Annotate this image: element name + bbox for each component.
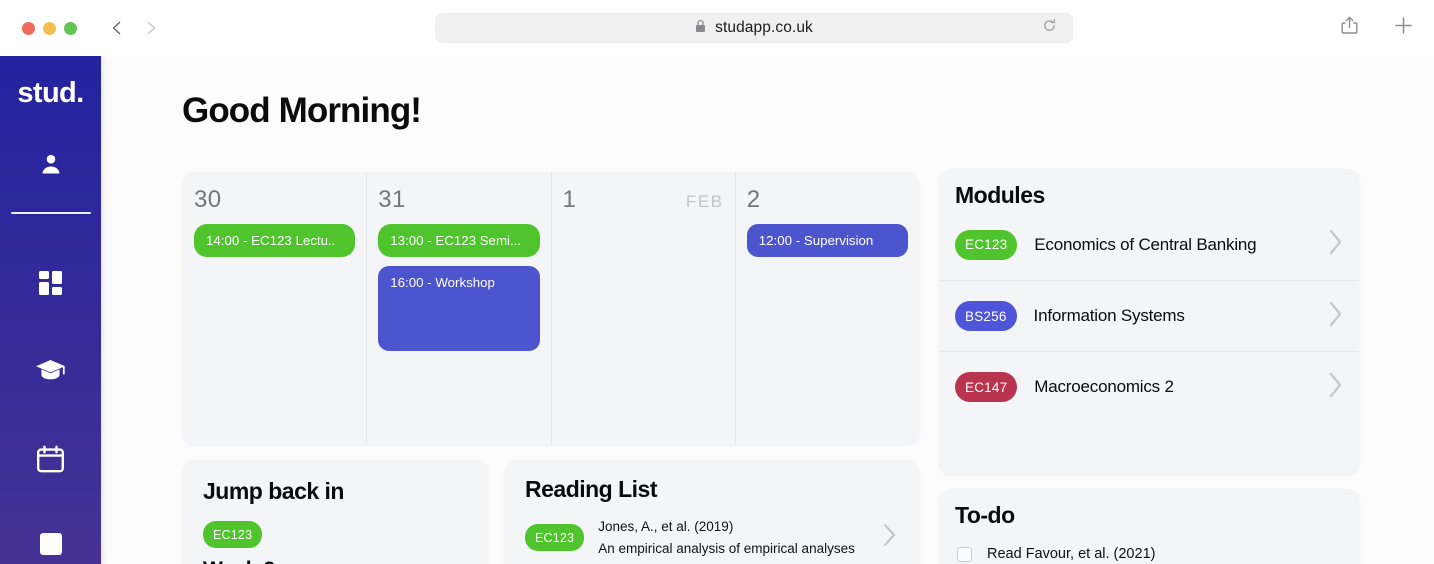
sidebar-item-courses[interactable] (29, 351, 73, 391)
calendar-event[interactable]: 12:00 - Supervision (746, 224, 908, 257)
chevron-right-icon[interactable] (1327, 299, 1344, 334)
reload-icon[interactable] (1042, 18, 1057, 38)
graduation-cap-icon (35, 357, 66, 385)
reading-list-title: Reading List (525, 476, 658, 502)
browser-toolbar: studapp.co.uk (0, 0, 1434, 56)
module-code-badge: EC147 (955, 372, 1018, 402)
share-icon[interactable] (1340, 15, 1359, 41)
toolbar-right-actions (1340, 0, 1414, 56)
navigation-controls (109, 20, 159, 36)
forward-chevron-icon[interactable] (143, 20, 159, 36)
reading-list-item-text: Jones, A., et al. (2019) An empirical an… (598, 519, 868, 556)
lock-icon (695, 19, 706, 38)
calendar-day[interactable]: 31 13:00 - EC123 Semi... 16:00 - Worksho… (366, 172, 550, 444)
calendar-day-header: 1 FEB (563, 186, 724, 214)
calendar-day-number: 2 (746, 186, 761, 213)
maximize-window-button[interactable] (64, 21, 77, 35)
calendar-day[interactable]: 1 FEB (550, 172, 735, 444)
chevron-right-icon[interactable] (1327, 370, 1344, 405)
browser-window: studapp.co.uk stud. Good Morning! 30 14:… (0, 0, 1434, 564)
book-icon (37, 531, 65, 557)
sidebar: stud. (0, 56, 101, 564)
todo-title: To-do (955, 502, 1015, 528)
modules-title: Modules (955, 182, 1045, 208)
jump-back-in-badge-wrap: EC123 (203, 521, 468, 548)
calendar-day-number: 31 (378, 186, 406, 213)
page-title: Good Morning! (182, 91, 422, 130)
jump-back-in-card: Jump back in EC123 Week 2 (183, 460, 488, 564)
module-row[interactable]: BS256 Information Systems (939, 280, 1359, 351)
chevron-right-icon[interactable] (1327, 227, 1344, 262)
todo-item[interactable]: Read Favour, et al. (2021) (939, 537, 1359, 564)
calendar-day-number: 1 (562, 186, 577, 213)
calendar-day-header: 30 (194, 186, 355, 214)
todo-checkbox[interactable] (957, 546, 972, 562)
jump-back-in-week: Week 2 (203, 558, 468, 564)
calendar-day-month: FEB (685, 192, 724, 211)
main-content: Good Morning! 30 14:00 - EC123 Lectu.. 3… (101, 56, 1434, 564)
calendar-event[interactable]: 14:00 - EC123 Lectu.. (194, 224, 356, 257)
window-traffic-lights (22, 21, 77, 35)
dashboard-grid-icon (37, 269, 65, 297)
plus-icon[interactable] (1393, 15, 1414, 41)
back-chevron-icon[interactable] (109, 20, 125, 36)
reading-list-item-title: An empirical analysis of empirical analy… (598, 541, 855, 556)
calendar-icon (36, 445, 65, 474)
sidebar-item-dashboard[interactable] (29, 262, 73, 302)
address-bar[interactable]: studapp.co.uk (435, 13, 1073, 43)
todo-panel: To-do Read Favour, et al. (2021) Recap l… (939, 489, 1359, 564)
sidebar-item-calendar[interactable] (29, 439, 73, 479)
module-code-badge: EC123 (525, 524, 585, 551)
module-name: Information Systems (1033, 306, 1185, 325)
app-logo[interactable]: stud. (17, 77, 84, 110)
calendar-event[interactable]: 13:00 - EC123 Semi... (378, 224, 540, 257)
minimize-window-button[interactable] (43, 21, 56, 35)
calendar-day[interactable]: 30 14:00 - EC123 Lectu.. (183, 172, 366, 444)
todo-item-label: Read Favour, et al. (2021) (987, 546, 1156, 562)
person-icon (38, 151, 64, 177)
module-row[interactable]: EC147 Macroeconomics 2 (939, 351, 1359, 422)
module-row[interactable]: EC123 Economics of Central Banking (939, 209, 1359, 280)
address-bar-content: studapp.co.uk (695, 19, 813, 38)
chevron-right-icon[interactable] (882, 522, 899, 553)
module-code-badge: EC123 (955, 229, 1018, 260)
reading-list-item[interactable]: EC123 Jones, A., et al. (2019) An empiri… (525, 519, 899, 556)
jump-back-in-title: Jump back in (203, 478, 344, 504)
sidebar-item-library[interactable] (29, 524, 73, 564)
reading-list-item-author: Jones, A., et al. (2019) (598, 519, 734, 534)
module-code-badge: BS256 (955, 301, 1017, 331)
page-viewport: stud. Good Morning! 30 14:00 - EC123 Lec… (0, 56, 1434, 564)
sidebar-divider (10, 212, 91, 215)
module-name: Macroeconomics 2 (1034, 377, 1174, 396)
reading-list-card: Reading List EC123 Jones, A., et al. (20… (505, 460, 919, 564)
calendar-day-header: 31 (378, 186, 539, 214)
calendar-day-number: 30 (194, 186, 222, 213)
close-window-button[interactable] (22, 21, 35, 35)
sidebar-item-profile[interactable] (29, 144, 73, 184)
module-name: Economics of Central Banking (1034, 234, 1257, 254)
modules-panel: Modules EC123 Economics of Central Banki… (939, 169, 1359, 474)
module-code-badge[interactable]: EC123 (203, 521, 263, 548)
calendar-event[interactable]: 16:00 - Workshop (378, 266, 540, 351)
url-text: studapp.co.uk (715, 19, 813, 36)
calendar-day-header: 2 (747, 186, 908, 214)
calendar-day[interactable]: 2 12:00 - Supervision (734, 172, 919, 444)
calendar-week-strip: 30 14:00 - EC123 Lectu.. 31 13:00 - EC12… (183, 172, 919, 444)
